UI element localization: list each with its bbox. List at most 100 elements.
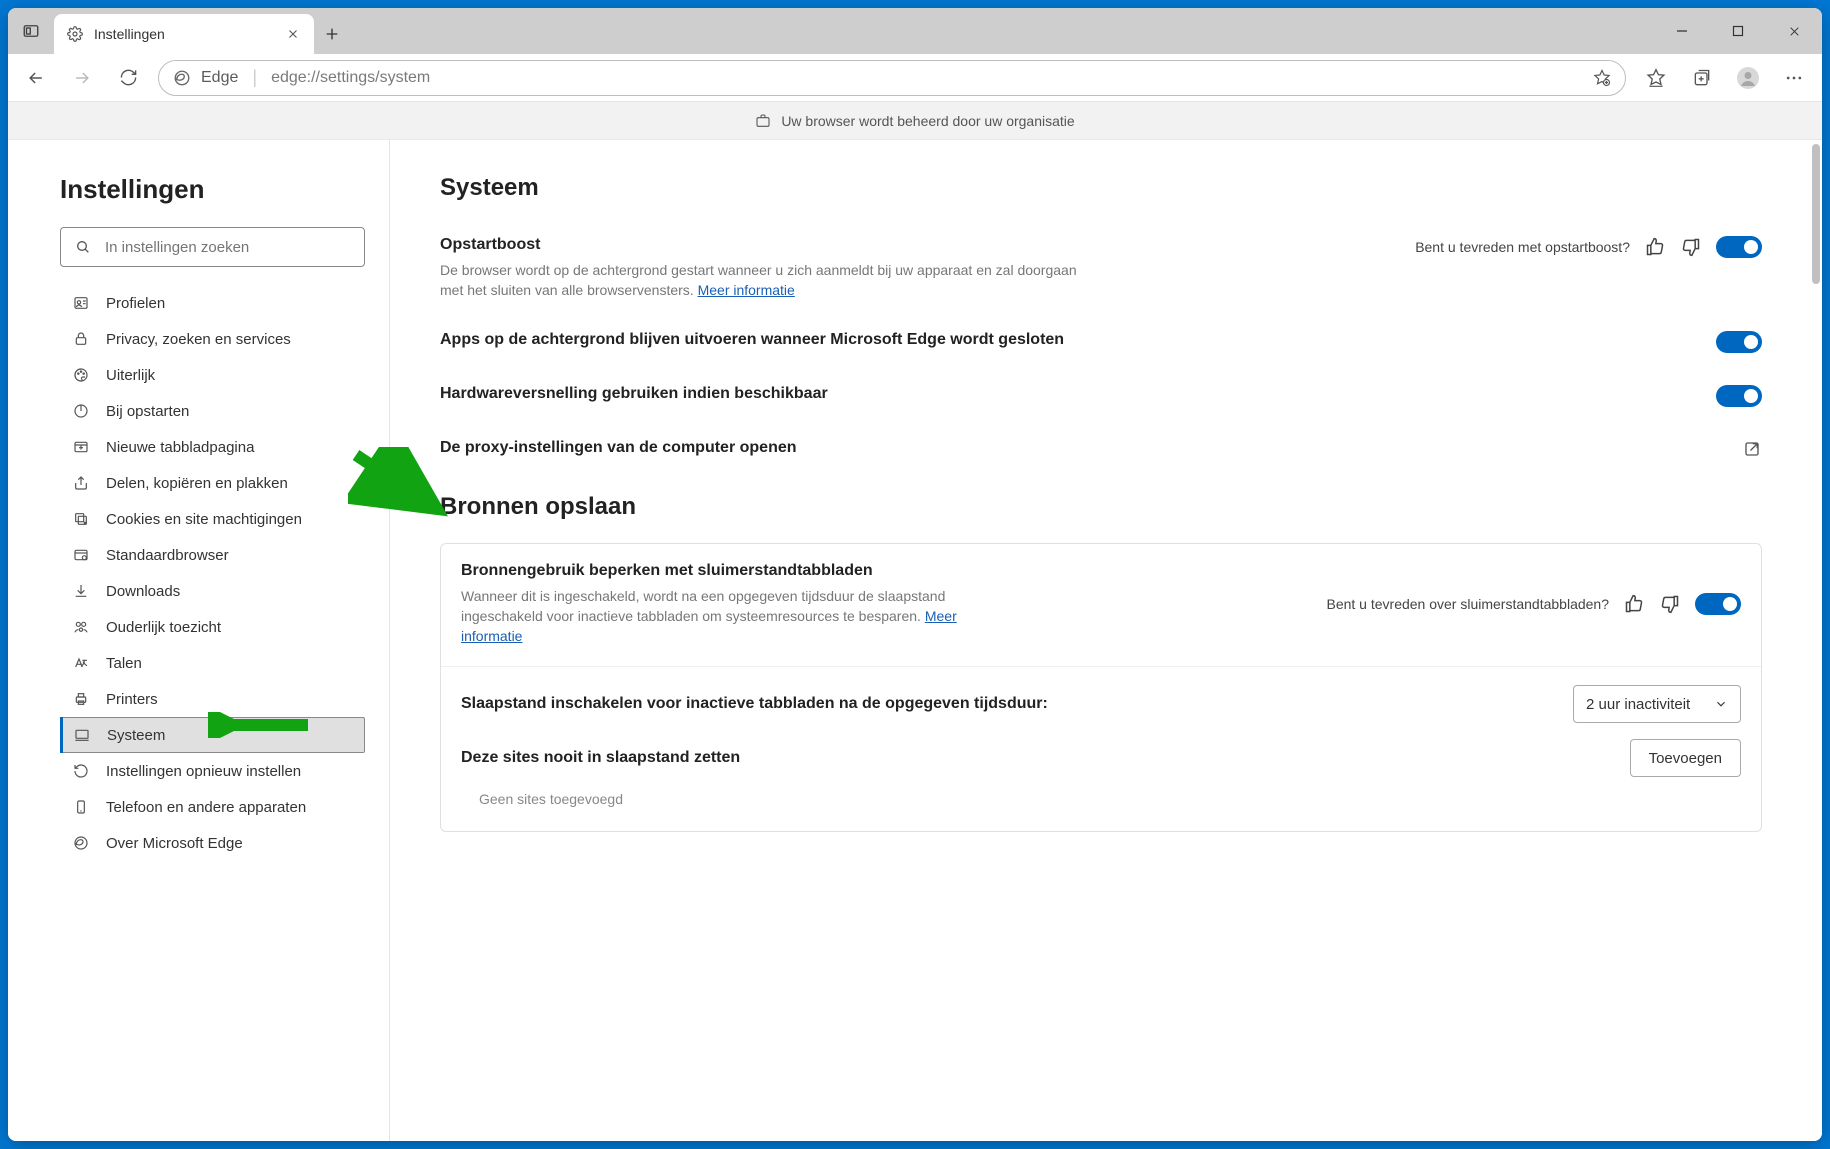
never-sleep-empty: Geen sites toegevoegd [461,777,1741,811]
sidebar-item-label: Instellingen opnieuw instellen [106,763,301,780]
sleep-after-title: Slaapstand inschakelen voor inactieve ta… [461,695,1048,713]
sidebar-item-systeem[interactable]: Systeem [60,717,365,753]
setting-startup-boost: Opstartboost De browser wordt op de acht… [440,236,1762,301]
tab-close-icon[interactable] [284,25,302,43]
toolbar: Edge | edge://settings/system [8,54,1822,102]
sleep-after-value: 2 uur inactiviteit [1586,696,1690,713]
background-apps-title: Apps op de achtergrond blijven uitvoeren… [440,331,1064,349]
browser-window: Instellingen Edge | edge://settings/syst… [8,8,1822,1141]
address-prefix: Edge [201,69,238,87]
printer-icon [72,691,90,707]
search-icon [75,239,91,255]
gear-icon [66,25,84,43]
sidebar-item-label: Ouderlijk toezicht [106,619,221,636]
sidebar-item-downloads[interactable]: Downloads [60,573,365,609]
sidebar-item-label: Telefoon en andere apparaten [106,799,306,816]
sidebar-item-label: Systeem [107,727,165,744]
hw-accel-toggle[interactable] [1716,385,1762,407]
address-url: edge://settings/system [271,69,1583,87]
never-sleep-title: Deze sites nooit in slaapstand zetten [461,749,740,767]
sidebar-item-telefoon-en-andere-apparaten[interactable]: Telefoon en andere apparaten [60,789,365,825]
thumbs-down-icon[interactable] [1680,236,1702,258]
forward-button[interactable] [60,58,104,98]
lock-icon [72,331,90,347]
settings-search-input[interactable] [105,239,350,256]
sidebar-item-ouderlijk-toezicht[interactable]: Ouderlijk toezicht [60,609,365,645]
titlebar: Instellingen [8,8,1822,54]
sidebar-item-printers[interactable]: Printers [60,681,365,717]
address-bar[interactable]: Edge | edge://settings/system [158,60,1626,96]
new-tab-button[interactable] [314,14,350,54]
default-browser-icon [72,547,90,563]
languages-icon [72,655,90,671]
sidebar-item-uiterlijk[interactable]: Uiterlijk [60,357,365,393]
scrollbar[interactable] [1812,144,1820,284]
section-title-system: Systeem [440,174,1762,202]
sidebar-item-label: Over Microsoft Edge [106,835,243,852]
sidebar-item-instellingen-opnieuw-instellen[interactable]: Instellingen opnieuw instellen [60,753,365,789]
minimize-button[interactable] [1654,8,1710,54]
tab-actions-icon[interactable] [8,8,54,54]
sidebar-item-label: Downloads [106,583,180,600]
appearance-icon [72,367,90,383]
managed-notice-text: Uw browser wordt beheerd door uw organis… [781,113,1074,129]
sleeping-tabs-panel: Bronnengebruik beperken met sluimerstand… [440,543,1762,833]
settings-search[interactable] [60,227,365,267]
download-icon [72,583,90,599]
add-favorite-icon[interactable] [1593,69,1611,87]
share-icon [72,475,90,491]
power-icon [72,403,90,419]
thumbs-up-icon[interactable] [1623,593,1645,615]
cookies-icon [72,511,90,527]
sidebar-item-profielen[interactable]: Profielen [60,285,365,321]
sidebar-item-over-microsoft-edge[interactable]: Over Microsoft Edge [60,825,365,861]
sidebar-item-label: Nieuwe tabbladpagina [106,439,254,456]
profile-icon [72,295,90,311]
setting-proxy[interactable]: De proxy-instellingen van de computer op… [440,439,1762,463]
reset-icon [72,763,90,779]
managed-notice-bar: Uw browser wordt beheerd door uw organis… [8,102,1822,140]
profile-button[interactable] [1726,58,1770,98]
startup-boost-toggle[interactable] [1716,236,1762,258]
maximize-button[interactable] [1710,8,1766,54]
sleep-after-select[interactable]: 2 uur inactiviteit [1573,685,1741,723]
sidebar-item-nieuwe-tabbladpagina[interactable]: Nieuwe tabbladpagina [60,429,365,465]
sidebar-item-label: Profielen [106,295,165,312]
phone-icon [72,799,90,815]
setting-hw-accel: Hardwareversnelling gebruiken indien bes… [440,385,1762,409]
system-icon [73,727,91,743]
sleep-tabs-title: Bronnengebruik beperken met sluimerstand… [461,562,981,580]
briefcase-icon [755,113,771,129]
settings-content: Instellingen ProfielenPrivacy, zoeken en… [8,140,1822,1141]
external-link-icon [1742,439,1762,459]
sidebar-item-standaardbrowser[interactable]: Standaardbrowser [60,537,365,573]
sidebar-item-delen-kopi-ren-en-plakken[interactable]: Delen, kopiëren en plakken [60,465,365,501]
menu-button[interactable] [1772,58,1816,98]
sidebar-item-privacy-zoeken-en-services[interactable]: Privacy, zoeken en services [60,321,365,357]
sidebar-item-cookies-en-site-machtigingen[interactable]: Cookies en site machtigingen [60,501,365,537]
edge-logo-icon [173,69,191,87]
refresh-button[interactable] [106,58,150,98]
hw-accel-title: Hardwareversnelling gebruiken indien bes… [440,385,828,403]
sidebar-item-label: Cookies en site machtigingen [106,511,302,528]
window-controls [1654,8,1822,54]
background-apps-toggle[interactable] [1716,331,1762,353]
thumbs-down-icon[interactable] [1659,593,1681,615]
sidebar-item-label: Delen, kopiëren en plakken [106,475,288,492]
startup-boost-more-link[interactable]: Meer informatie [698,282,795,298]
sidebar-item-label: Bij opstarten [106,403,189,420]
browser-tab[interactable]: Instellingen [54,14,314,54]
tab-title: Instellingen [94,26,274,42]
close-window-button[interactable] [1766,8,1822,54]
collections-button[interactable] [1680,58,1724,98]
section-title-resources: Bronnen opslaan [440,493,1762,521]
sleep-tabs-toggle[interactable] [1695,593,1741,615]
back-button[interactable] [14,58,58,98]
sleep-tabs-feedback-q: Bent u tevreden over sluimerstandtabblad… [1326,596,1609,612]
thumbs-up-icon[interactable] [1644,236,1666,258]
never-sleep-add-button[interactable]: Toevoegen [1630,739,1741,777]
setting-background-apps: Apps op de achtergrond blijven uitvoeren… [440,331,1762,355]
favorites-button[interactable] [1634,58,1678,98]
sidebar-item-talen[interactable]: Talen [60,645,365,681]
sidebar-item-bij-opstarten[interactable]: Bij opstarten [60,393,365,429]
